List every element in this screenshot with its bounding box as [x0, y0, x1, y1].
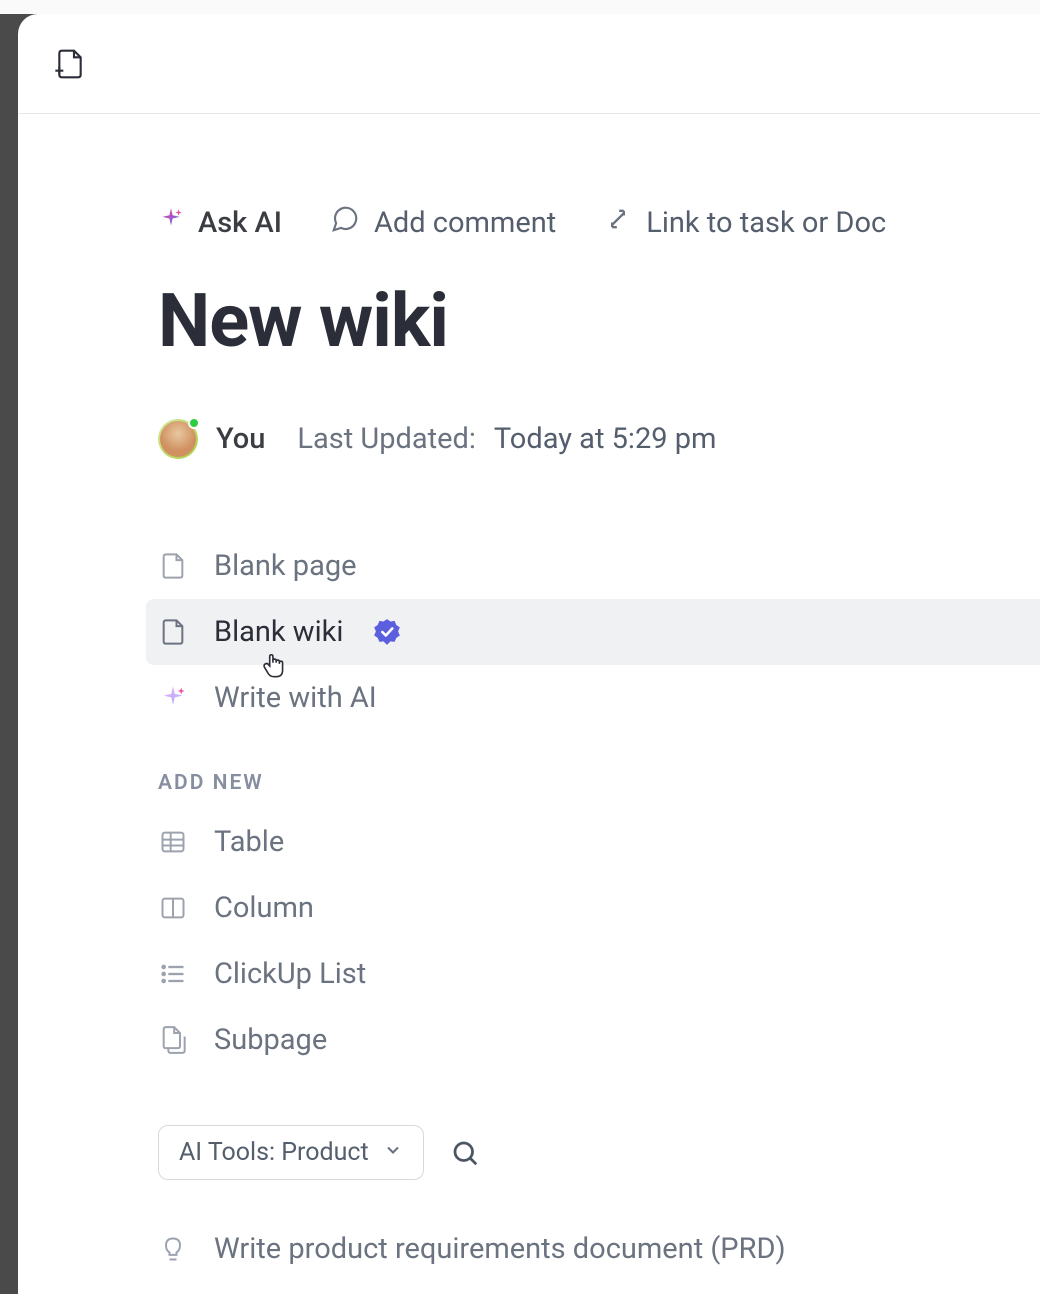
option-write-ai[interactable]: Write with AI: [146, 665, 1040, 731]
add-column[interactable]: Column: [146, 875, 1040, 941]
link-icon: [604, 205, 632, 241]
list-icon: [158, 959, 188, 989]
add-new-header: ADD NEW: [158, 771, 1040, 795]
column-icon: [158, 893, 188, 923]
meta-row: You Last Updated: Today at 5:29 pm: [158, 419, 1040, 459]
sparkle-icon: [158, 683, 188, 713]
template-options: Blank page Blank wiki: [146, 533, 1040, 731]
column-label: Column: [214, 891, 314, 925]
blank-wiki-label: Blank wiki: [214, 615, 343, 649]
author-label: You: [216, 422, 265, 456]
option-blank-wiki[interactable]: Blank wiki: [146, 599, 1040, 665]
updated-value: Today at 5:29 pm: [494, 422, 717, 456]
updated-label: Last Updated:: [297, 422, 476, 456]
action-row: Ask AI Add comment Lin: [158, 204, 1040, 242]
ask-ai-button[interactable]: Ask AI: [158, 206, 282, 240]
link-task-doc-button[interactable]: Link to task or Doc: [604, 205, 886, 241]
ai-tools-row: AI Tools: Product: [158, 1125, 1040, 1180]
add-table[interactable]: Table: [146, 809, 1040, 875]
add-comment-button[interactable]: Add comment: [330, 204, 556, 242]
ai-suggestions: Write product requirements document (PRD…: [146, 1216, 1040, 1282]
search-icon: [450, 1138, 480, 1168]
subpage-icon: [158, 1025, 188, 1055]
new-page-icon[interactable]: [54, 48, 86, 80]
bulb-icon: [158, 1234, 188, 1264]
chevron-down-icon: [383, 1138, 403, 1167]
option-blank-page[interactable]: Blank page: [146, 533, 1040, 599]
ai-tools-dropdown[interactable]: AI Tools: Product: [158, 1125, 424, 1180]
ask-ai-label: Ask AI: [198, 206, 282, 240]
page-title[interactable]: New wiki: [158, 278, 1040, 365]
page-icon: [158, 617, 188, 647]
verified-icon: [373, 618, 401, 646]
subpage-label: Subpage: [214, 1023, 327, 1057]
page-icon: [158, 551, 188, 581]
dropdown-label: AI Tools: Product: [179, 1138, 369, 1167]
table-label: Table: [214, 825, 284, 859]
ai-suggestion-prd[interactable]: Write product requirements document (PRD…: [146, 1216, 1040, 1282]
ai-suggestion-label: Write product requirements document (PRD…: [214, 1232, 786, 1266]
write-ai-label: Write with AI: [214, 681, 377, 715]
add-clickup-list[interactable]: ClickUp List: [146, 941, 1040, 1007]
add-comment-label: Add comment: [374, 206, 556, 240]
add-subpage[interactable]: Subpage: [146, 1007, 1040, 1073]
clickup-list-label: ClickUp List: [214, 957, 366, 991]
status-indicator: [188, 417, 200, 429]
add-new-list: Table Column: [146, 809, 1040, 1073]
search-button[interactable]: [450, 1138, 480, 1168]
comment-icon: [330, 204, 360, 242]
document-panel: Ask AI Add comment Lin: [18, 14, 1040, 1294]
top-bar: [18, 14, 1040, 114]
table-icon: [158, 827, 188, 857]
link-task-doc-label: Link to task or Doc: [646, 206, 886, 240]
sparkle-icon: [158, 206, 184, 240]
blank-page-label: Blank page: [214, 549, 357, 583]
avatar[interactable]: [158, 419, 198, 459]
